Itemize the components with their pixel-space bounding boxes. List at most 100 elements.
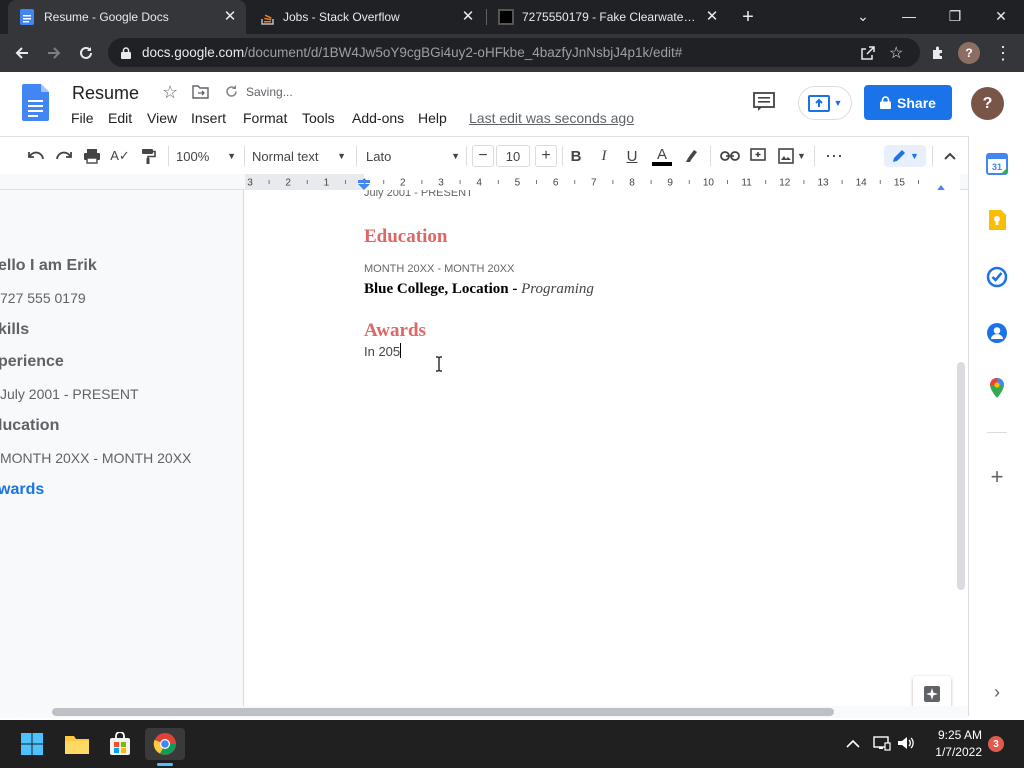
share-button[interactable]: Share: [864, 85, 952, 120]
restore-icon[interactable]: ❐: [932, 0, 978, 32]
collapse-menus-icon[interactable]: [940, 145, 960, 167]
more-options-icon[interactable]: ⋯: [822, 145, 846, 167]
editing-mode-button[interactable]: ▼: [884, 145, 926, 167]
paint-format-icon[interactable]: [136, 145, 160, 167]
font-family-select[interactable]: Lato ▼: [366, 145, 460, 167]
horizontal-scroll-thumb[interactable]: [52, 708, 834, 716]
ruler-tick-label: 2: [285, 178, 291, 189]
left-indent-marker-icon[interactable]: [358, 177, 370, 190]
paragraph-style-select[interactable]: Normal text ▼: [252, 145, 346, 167]
system-tray-chevron-icon[interactable]: [846, 736, 860, 748]
document-title[interactable]: Resume: [72, 83, 139, 104]
outline-item[interactable]: 727 555 0179: [0, 290, 86, 306]
last-edit-link[interactable]: Last edit was seconds ago: [469, 110, 634, 126]
windows-start-icon[interactable]: [16, 728, 48, 760]
tab-fake-clearwater[interactable]: 7275550179 - Fake Clearwater Ph ✕: [488, 0, 728, 34]
horizontal-ruler[interactable]: 321123456789101112131415: [0, 174, 968, 193]
vertical-scroll-thumb[interactable]: [957, 362, 965, 590]
increase-font-size-button[interactable]: +: [535, 145, 557, 167]
contacts-icon[interactable]: [986, 322, 1008, 344]
tasks-icon[interactable]: [986, 266, 1008, 288]
tab-resume[interactable]: Resume - Google Docs ✕: [8, 0, 246, 34]
show-side-panel-chevron-icon[interactable]: ›: [986, 681, 1008, 703]
education-heading[interactable]: Education: [364, 226, 447, 248]
italic-button[interactable]: I: [594, 145, 614, 167]
menu-file[interactable]: File: [71, 110, 94, 126]
undo-icon[interactable]: [24, 145, 48, 167]
network-icon[interactable]: [873, 735, 891, 751]
decrease-font-size-button[interactable]: −: [472, 145, 494, 167]
right-indent-marker-icon[interactable]: [935, 180, 947, 193]
horizontal-scrollbar[interactable]: [0, 706, 968, 718]
get-addons-plus-icon[interactable]: +: [986, 466, 1008, 488]
print-icon[interactable]: [80, 145, 104, 167]
account-avatar[interactable]: ?: [971, 87, 1004, 120]
insert-image-button[interactable]: ▼: [775, 145, 809, 167]
prev-date-line[interactable]: July 2001 - PRESENT: [364, 190, 473, 199]
menu-addons[interactable]: Add-ons: [352, 110, 404, 126]
education-dates[interactable]: MONTH 20XX - MONTH 20XX: [364, 263, 514, 275]
clock-date[interactable]: 1/7/2022: [924, 745, 982, 759]
menu-insert[interactable]: Insert: [191, 110, 226, 126]
vertical-scrollbar[interactable]: [955, 190, 967, 706]
calendar-icon[interactable]: 31: [986, 153, 1008, 175]
chrome-taskbar-icon[interactable]: [145, 728, 185, 766]
menu-view[interactable]: View: [147, 110, 177, 126]
menu-tools[interactable]: Tools: [302, 110, 335, 126]
outline-item[interactable]: lucation: [0, 417, 59, 435]
zoom-select[interactable]: 100% ▼: [176, 145, 236, 167]
document-page[interactable]: July 2001 - PRESENT Education MONTH 20XX…: [245, 190, 968, 706]
highlight-color-icon[interactable]: [681, 145, 703, 167]
close-window-icon[interactable]: ✕: [978, 0, 1024, 32]
text-color-button[interactable]: A: [651, 145, 673, 167]
outline-item-active[interactable]: wards: [0, 481, 44, 499]
bookmark-star-icon[interactable]: ☆: [889, 43, 903, 63]
profile-avatar[interactable]: ?: [958, 42, 980, 64]
comments-icon[interactable]: [753, 92, 775, 112]
spellcheck-icon[interactable]: A✓: [108, 145, 132, 167]
font-size-input[interactable]: 10: [496, 145, 530, 167]
share-page-icon[interactable]: [860, 45, 876, 61]
outline-item[interactable]: July 2001 - PRESENT: [0, 386, 139, 402]
bold-button[interactable]: B: [566, 145, 586, 167]
new-tab-icon[interactable]: +: [737, 6, 759, 28]
underline-button[interactable]: U: [622, 145, 642, 167]
volume-icon[interactable]: [897, 735, 915, 751]
maps-icon[interactable]: [986, 377, 1008, 399]
move-folder-icon[interactable]: [192, 85, 209, 99]
docs-logo-icon[interactable]: [22, 84, 49, 121]
address-bar[interactable]: docs.google.com/document/d/1BW4Jw5oY9cgB…: [108, 38, 920, 67]
forward-icon[interactable]: [42, 41, 66, 65]
present-meeting-button[interactable]: ▼: [798, 86, 852, 120]
insert-comment-icon[interactable]: [746, 145, 770, 167]
awards-heading[interactable]: Awards: [364, 320, 426, 342]
close-tab-icon[interactable]: ✕: [222, 9, 238, 25]
outline-item[interactable]: perience: [0, 353, 64, 371]
back-icon[interactable]: [10, 41, 34, 65]
reload-icon[interactable]: [74, 41, 98, 65]
menu-edit[interactable]: Edit: [108, 110, 132, 126]
tab-stackoverflow[interactable]: Jobs - Stack Overflow ✕: [248, 0, 484, 34]
awards-text[interactable]: In 205: [364, 343, 402, 359]
file-explorer-icon[interactable]: [61, 728, 93, 760]
menu-format[interactable]: Format: [243, 110, 287, 126]
outline-item[interactable]: ello I am Erik: [0, 257, 97, 275]
outline-item[interactable]: kills: [0, 321, 29, 339]
browser-menu-icon[interactable]: ⋮: [991, 41, 1015, 65]
store-icon[interactable]: [104, 728, 136, 760]
minimize-icon[interactable]: —: [886, 0, 932, 32]
star-icon[interactable]: ☆: [162, 82, 178, 103]
insert-link-icon[interactable]: [718, 145, 742, 167]
close-tab-icon[interactable]: ✕: [704, 9, 720, 25]
close-tab-icon[interactable]: ✕: [460, 9, 476, 25]
extensions-icon[interactable]: [926, 41, 950, 65]
notification-badge[interactable]: 3: [988, 736, 1004, 752]
redo-icon[interactable]: [52, 145, 76, 167]
menu-help[interactable]: Help: [418, 110, 447, 126]
explore-button[interactable]: [913, 676, 951, 706]
keep-icon[interactable]: [986, 209, 1008, 231]
education-school-line[interactable]: Blue College, Location - Programing: [364, 281, 594, 298]
tab-search-icon[interactable]: ⌄: [840, 0, 886, 32]
outline-item[interactable]: MONTH 20XX - MONTH 20XX: [0, 450, 191, 466]
clock-time[interactable]: 9:25 AM: [930, 728, 982, 742]
